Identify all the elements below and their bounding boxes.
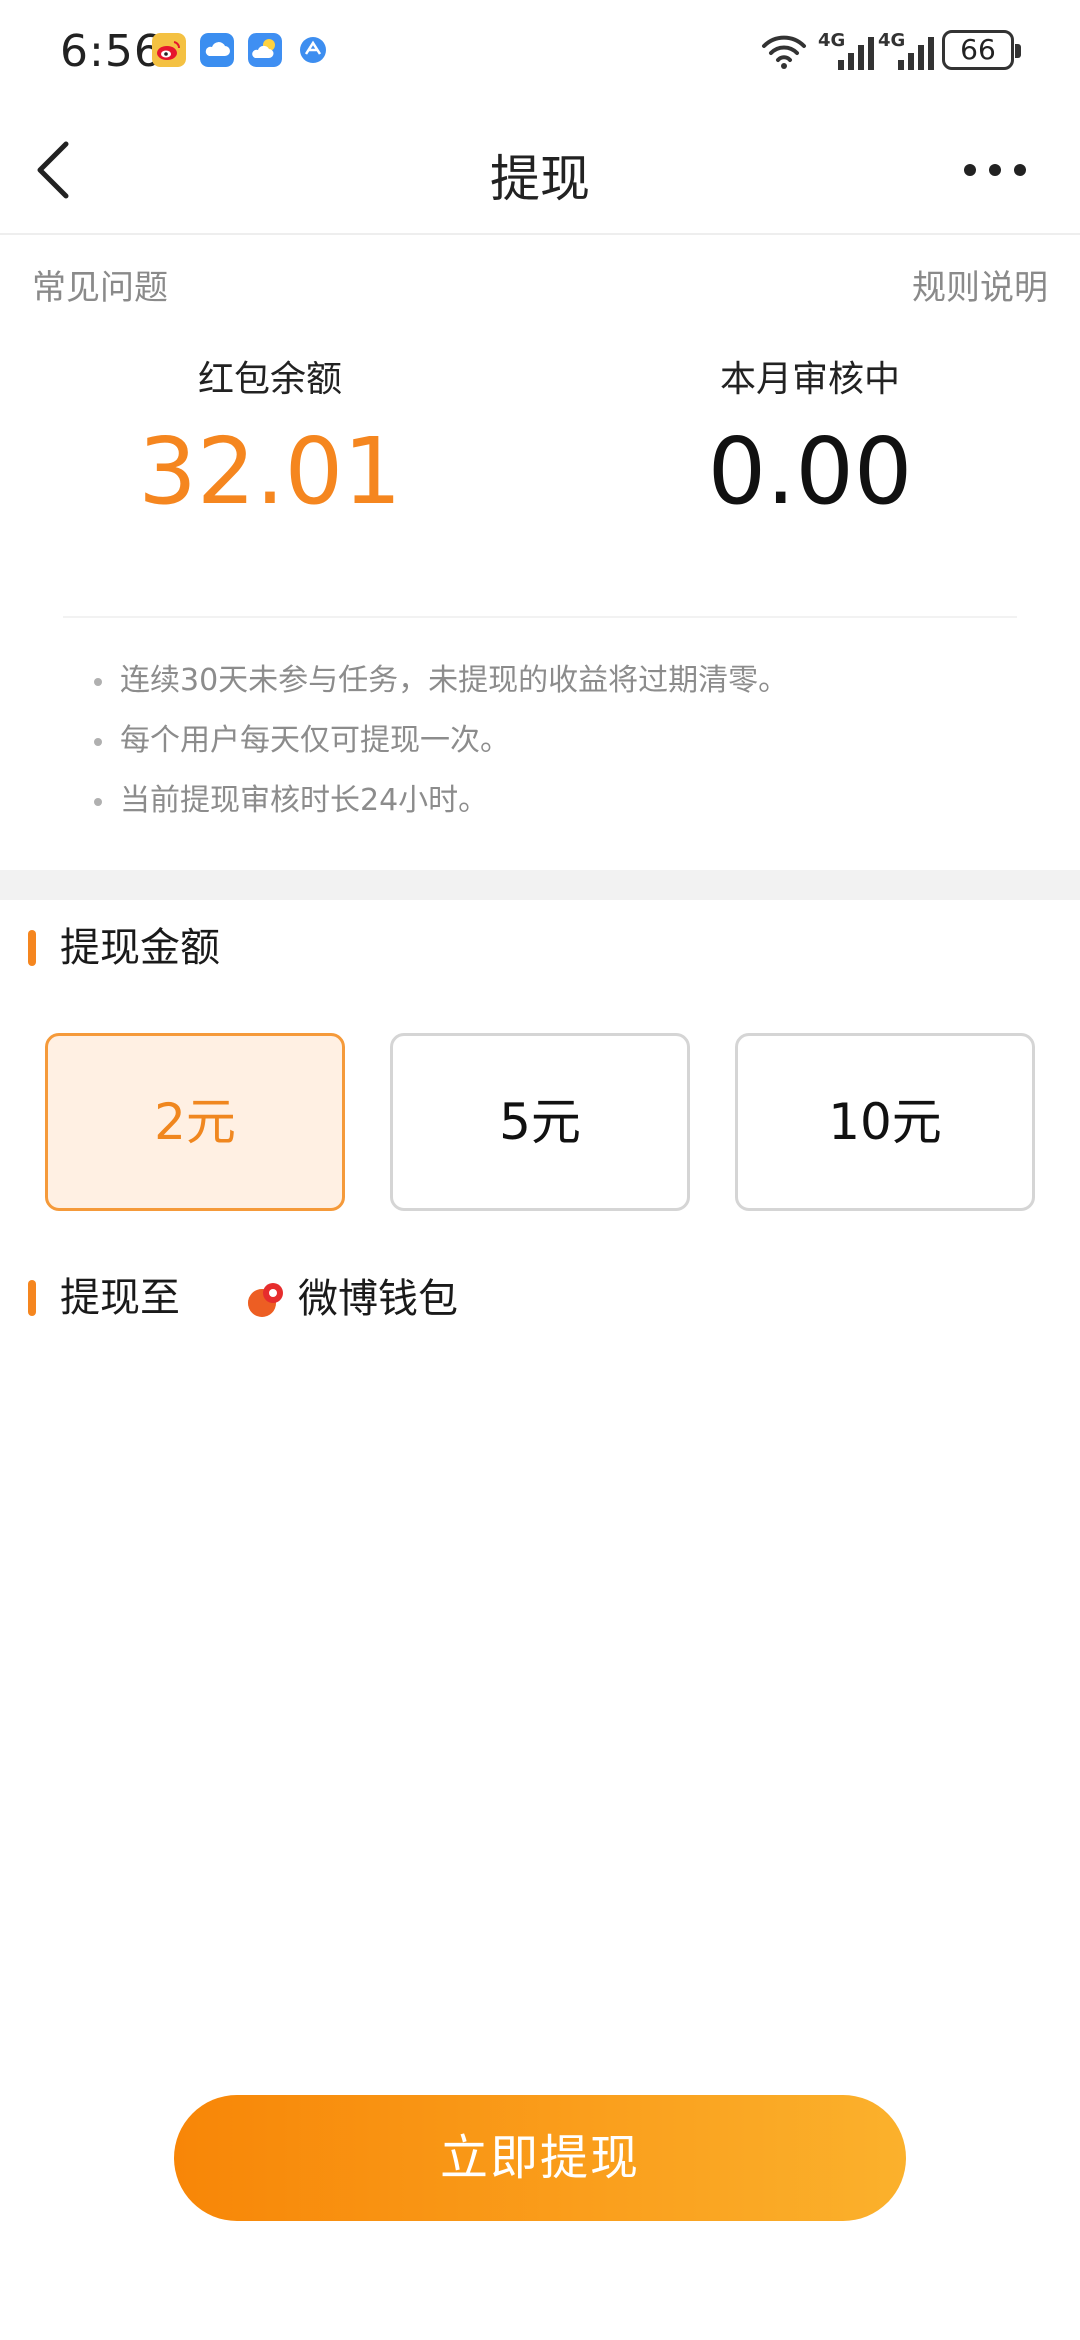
list-item: 每个用户每天仅可提现一次。 bbox=[90, 720, 788, 780]
status-time: 6:56 bbox=[60, 26, 163, 77]
weather-app-icon bbox=[248, 33, 282, 67]
faq-link[interactable]: 常见问题 bbox=[32, 260, 168, 309]
nav-bar: 提现 bbox=[0, 105, 1080, 235]
reviewing-label: 本月审核中 bbox=[719, 359, 900, 400]
signal-icon: 4G bbox=[818, 30, 878, 72]
amount-option-2[interactable]: 2元 bbox=[45, 1033, 345, 1211]
section-marker bbox=[28, 1280, 36, 1316]
wallet-label: 微博钱包 bbox=[298, 1276, 458, 1322]
signal-icon: 4G bbox=[878, 30, 938, 72]
battery-level: 66 bbox=[960, 33, 996, 66]
reviewing-value: 0.00 bbox=[707, 418, 913, 525]
destination-section-label: 提现至 bbox=[60, 1275, 180, 1321]
section-divider bbox=[0, 870, 1080, 900]
more-dots-icon bbox=[964, 164, 1026, 176]
balance-label: 红包余额 bbox=[197, 359, 342, 400]
withdraw-button[interactable]: 立即提现 bbox=[174, 2095, 906, 2221]
destination-section-title: 提现至 bbox=[28, 1272, 180, 1324]
wifi-icon bbox=[762, 35, 806, 69]
weibo-app-icon bbox=[152, 33, 186, 67]
page-title: 提现 bbox=[490, 150, 590, 208]
section-marker bbox=[28, 930, 36, 966]
battery-icon: 66 bbox=[942, 30, 1021, 70]
amount-option-10[interactable]: 10元 bbox=[735, 1033, 1035, 1211]
browser-app-icon bbox=[300, 37, 326, 63]
amount-section-label: 提现金额 bbox=[60, 925, 220, 971]
list-item: 当前提现审核时长24小时。 bbox=[90, 780, 788, 840]
amount-option-5[interactable]: 5元 bbox=[390, 1033, 690, 1211]
status-bar: 6:56 4G 4G 66 bbox=[0, 0, 1080, 105]
cloud-app-icon bbox=[200, 33, 234, 67]
weibo-wallet-icon bbox=[248, 1283, 283, 1317]
balance-value: 32.01 bbox=[138, 418, 402, 525]
divider bbox=[63, 616, 1017, 618]
more-button[interactable] bbox=[950, 130, 1040, 210]
amount-section-title: 提现金额 bbox=[28, 922, 220, 974]
notes-list: 连续30天未参与任务，未提现的收益将过期清零。 每个用户每天仅可提现一次。 当前… bbox=[90, 660, 788, 840]
rules-link[interactable]: 规则说明 bbox=[912, 260, 1048, 309]
list-item: 连续30天未参与任务，未提现的收益将过期清零。 bbox=[90, 660, 788, 720]
